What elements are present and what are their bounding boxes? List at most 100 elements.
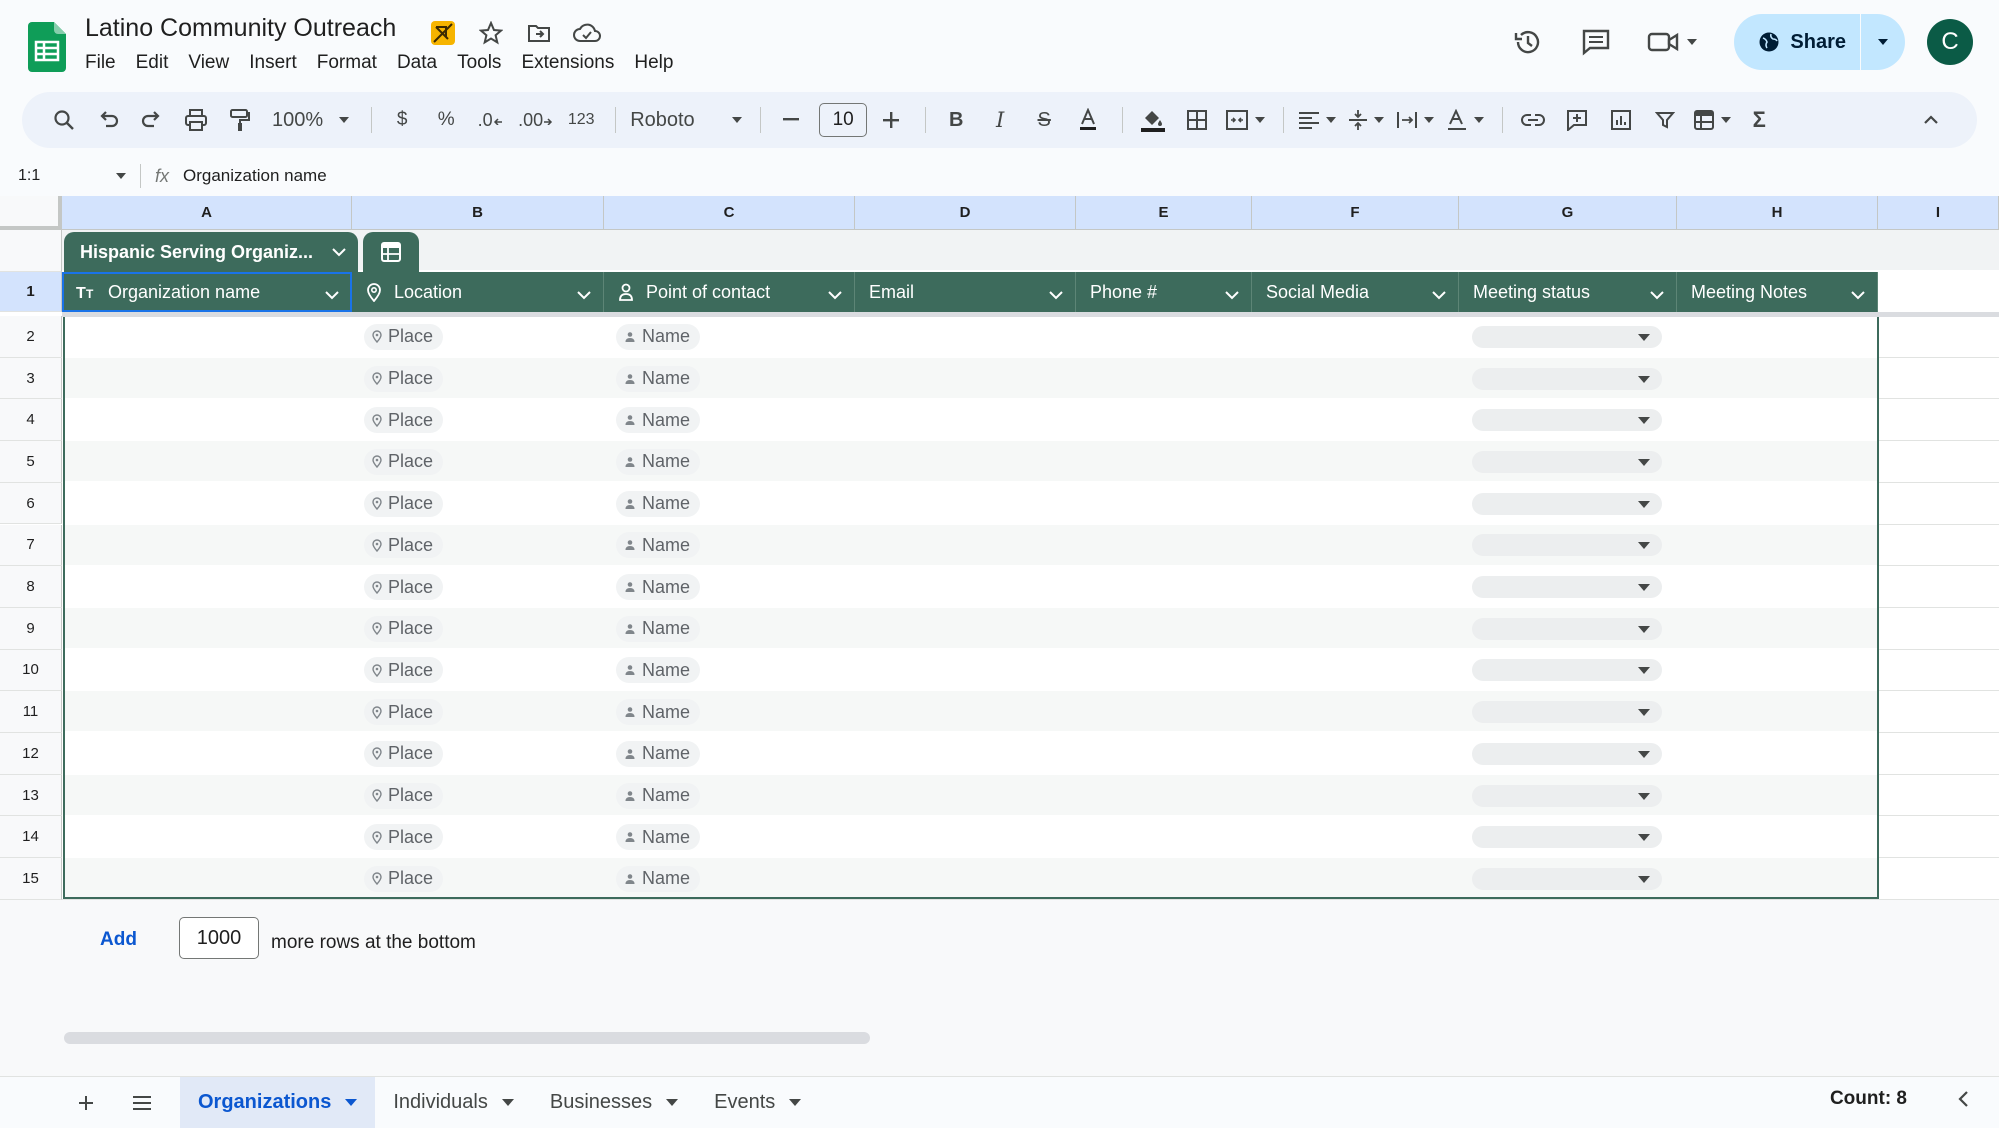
row-header[interactable]: 7 <box>0 524 62 567</box>
search-menus-icon[interactable] <box>44 100 84 140</box>
print-icon[interactable] <box>176 100 216 140</box>
collapse-toolbar-icon[interactable] <box>1911 100 1951 140</box>
chevron-down-icon[interactable] <box>828 284 842 305</box>
selection-count[interactable]: Count: 8 <box>1830 1088 1907 1110</box>
paint-format-icon[interactable] <box>220 100 260 140</box>
table-view-button[interactable] <box>363 232 419 272</box>
location-chip[interactable]: Place <box>364 824 444 851</box>
share-dropdown[interactable] <box>1861 14 1905 70</box>
contact-chip[interactable]: Name <box>616 365 701 392</box>
contact-chip[interactable]: Name <box>616 824 701 851</box>
contact-chip[interactable]: Name <box>616 407 701 434</box>
meeting-status-dropdown[interactable] <box>1472 409 1662 432</box>
menu-extensions[interactable]: Extensions <box>511 50 624 76</box>
sheets-logo-icon[interactable] <box>28 22 66 72</box>
meeting-status-dropdown[interactable] <box>1472 826 1662 849</box>
meeting-status-dropdown[interactable] <box>1472 617 1662 640</box>
apps-script-badge-icon[interactable] <box>428 18 458 48</box>
table-header-meeting-notes[interactable]: Meeting Notes <box>1677 272 1878 312</box>
table-header-location[interactable]: Location <box>352 272 604 312</box>
functions-icon[interactable]: Σ <box>1739 100 1779 140</box>
meeting-status-dropdown[interactable] <box>1472 367 1662 390</box>
contact-chip[interactable]: Name <box>616 532 701 559</box>
chevron-down-icon[interactable] <box>577 284 591 305</box>
text-rotation-icon[interactable] <box>1442 100 1488 140</box>
sheet-tab-businesses[interactable]: Businesses <box>532 1077 696 1128</box>
meeting-status-dropdown[interactable] <box>1472 534 1662 557</box>
meeting-status-dropdown[interactable] <box>1472 450 1662 473</box>
row-header[interactable]: 12 <box>0 733 62 775</box>
location-chip[interactable]: Place <box>364 323 444 350</box>
insert-chart-icon[interactable] <box>1601 100 1641 140</box>
sheet-tab-events[interactable]: Events <box>696 1077 819 1128</box>
contact-chip[interactable]: Name <box>616 699 701 726</box>
comments-icon[interactable] <box>1572 18 1620 66</box>
row-header[interactable]: 14 <box>0 816 62 859</box>
increase-decimal-button[interactable]: .00 <box>514 100 557 140</box>
version-history-icon[interactable] <box>1504 18 1552 66</box>
location-chip[interactable]: Place <box>364 740 444 767</box>
currency-format-button[interactable]: $ <box>382 100 422 140</box>
select-all-corner[interactable] <box>0 196 62 230</box>
merge-cells-icon[interactable] <box>1221 100 1269 140</box>
spreadsheet-grid[interactable]: Add 1000 more rows at the bottom ABCDEFG… <box>0 196 1999 1076</box>
column-i-cells[interactable] <box>1878 312 1999 899</box>
row-header[interactable]: 4 <box>0 399 62 442</box>
contact-chip[interactable]: Name <box>616 740 701 767</box>
more-formats-button[interactable]: 123 <box>561 100 601 140</box>
undo-icon[interactable] <box>88 100 128 140</box>
location-chip[interactable]: Place <box>364 657 444 684</box>
increase-font-size-icon[interactable] <box>871 100 911 140</box>
menu-format[interactable]: Format <box>307 50 387 76</box>
borders-icon[interactable] <box>1177 100 1217 140</box>
location-chip[interactable]: Place <box>364 448 444 475</box>
column-header-e[interactable]: E <box>1076 196 1252 230</box>
text-color-icon[interactable] <box>1068 100 1108 140</box>
row-header[interactable]: 1 <box>0 272 62 312</box>
text-wrapping-icon[interactable] <box>1392 100 1438 140</box>
filter-icon[interactable] <box>1645 100 1685 140</box>
menu-data[interactable]: Data <box>387 50 447 76</box>
column-header-i[interactable]: I <box>1878 196 1999 230</box>
menu-view[interactable]: View <box>178 50 239 76</box>
table-header-organization-name[interactable]: T T Organization name <box>62 272 352 312</box>
contact-chip[interactable]: Name <box>616 782 701 809</box>
column-header-f[interactable]: F <box>1252 196 1459 230</box>
horizontal-align-icon[interactable] <box>1294 100 1340 140</box>
font-size-input[interactable]: 10 <box>819 103 868 137</box>
strikethrough-icon[interactable]: S <box>1024 100 1064 140</box>
contact-chip[interactable]: Name <box>616 323 701 350</box>
column-header-c[interactable]: C <box>604 196 855 230</box>
meeting-status-dropdown[interactable] <box>1472 576 1662 599</box>
column-header-a[interactable]: A <box>62 196 352 230</box>
row-header[interactable]: 11 <box>0 691 62 733</box>
menu-insert[interactable]: Insert <box>239 50 307 76</box>
cloud-saved-icon[interactable] <box>572 18 602 48</box>
chevron-down-icon[interactable] <box>501 1099 514 1106</box>
contact-chip[interactable]: Name <box>616 574 701 601</box>
table-header-meeting-status[interactable]: Meeting status <box>1459 272 1677 312</box>
decrease-font-size-icon[interactable] <box>771 100 811 140</box>
table-header-point-of-contact[interactable]: Point of contact <box>604 272 855 312</box>
sheet-tab-organizations[interactable]: Organizations <box>180 1076 376 1128</box>
meeting-status-dropdown[interactable] <box>1472 784 1662 807</box>
column-header-d[interactable]: D <box>855 196 1076 230</box>
menu-tools[interactable]: Tools <box>447 50 511 76</box>
row-header[interactable]: 13 <box>0 774 62 817</box>
move-folder-icon[interactable] <box>524 18 554 48</box>
insert-comment-icon[interactable] <box>1557 100 1597 140</box>
contact-chip[interactable]: Name <box>616 490 701 517</box>
add-rows-count-input[interactable]: 1000 <box>179 917 259 959</box>
insert-link-icon[interactable] <box>1513 100 1553 140</box>
decrease-decimal-button[interactable]: .0 <box>470 100 510 140</box>
menu-file[interactable]: File <box>85 50 126 76</box>
chevron-down-icon[interactable] <box>1049 284 1063 305</box>
zoom-select[interactable]: 100% <box>264 100 357 140</box>
row-header[interactable]: 10 <box>0 649 62 692</box>
location-chip[interactable]: Place <box>364 615 444 642</box>
sheet-tab-individuals[interactable]: Individuals <box>375 1077 532 1128</box>
redo-icon[interactable] <box>132 100 172 140</box>
chevron-down-icon[interactable] <box>666 1099 679 1106</box>
row-header[interactable]: 9 <box>0 607 62 650</box>
meet-icon[interactable] <box>1640 18 1704 66</box>
